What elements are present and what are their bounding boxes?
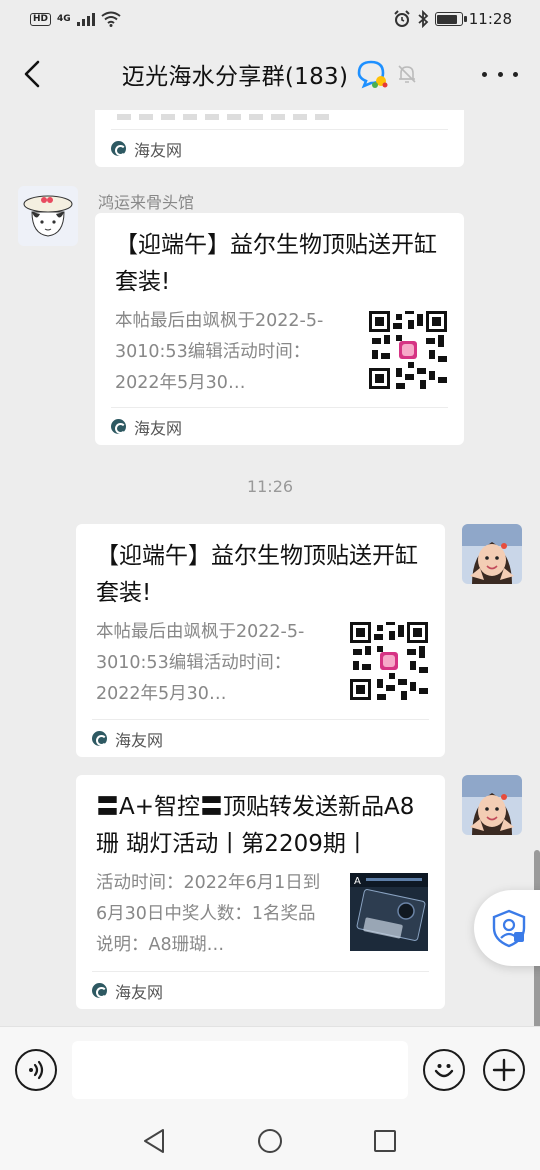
source-logo-icon (111, 141, 126, 156)
self-avatar[interactable] (462, 775, 522, 835)
bluetooth-icon (418, 10, 429, 28)
back-arrow-icon (24, 60, 40, 88)
more-options-button[interactable] (482, 64, 518, 84)
link-card[interactable]: 【迎端午】益尔生物顶贴送开缸套装! 本帖最后由飒枫于2022-5-3010:53… (95, 213, 464, 445)
network-type: 4G (57, 14, 71, 24)
dot-icon (482, 71, 487, 77)
nav-back-button[interactable] (141, 1128, 167, 1154)
hd-badge: HD (30, 12, 52, 26)
coral-light-product-icon: A (350, 873, 428, 951)
message-input[interactable] (72, 1041, 408, 1099)
triangle-back-icon (144, 1129, 164, 1153)
link-card[interactable]: 海友网 (95, 110, 464, 167)
source-logo-icon (111, 419, 126, 434)
nav-recents-button[interactable] (372, 1128, 398, 1154)
card-footer: 海友网 (92, 971, 429, 1009)
source-logo-icon (92, 983, 107, 998)
svg-text:A: A (354, 876, 361, 887)
qr-code-icon (350, 622, 428, 700)
card-description: 活动时间：2022年6月1日到6月30日中奖人数：1名奖品说明：A8珊瑚… (96, 873, 321, 955)
self-avatar[interactable] (462, 524, 522, 584)
group-chat-badge-icon (357, 60, 388, 89)
card-source: 海友网 (115, 982, 164, 1002)
battery-icon (434, 12, 467, 26)
smiley-icon (434, 1064, 454, 1078)
status-time: 11:28 (468, 10, 512, 28)
sender-avatar[interactable] (18, 186, 78, 246)
product-thumbnail: A (350, 873, 428, 951)
floating-security-button[interactable] (474, 890, 540, 966)
alarm-icon (394, 10, 410, 27)
source-logo-icon (92, 731, 107, 746)
qr-code-thumbnail (350, 622, 428, 700)
dot-icon (513, 71, 518, 77)
chat-header: 迈光海水分享群(183) (0, 38, 540, 110)
square-recents-icon (374, 1130, 396, 1152)
back-button[interactable] (14, 56, 50, 92)
status-right: 11:28 (393, 10, 512, 28)
plus-icon (492, 1058, 516, 1082)
status-left: HD 4G (30, 11, 121, 27)
card-source: 海友网 (134, 418, 183, 438)
qr-code-icon (369, 311, 447, 389)
emoji-button[interactable] (423, 1049, 465, 1091)
chat-messages[interactable]: 海友网 鸿运来骨头馆 【迎端午】益尔生物顶贴送开缸套装! 本帖最后由飒枫于202… (0, 110, 540, 1026)
card-footer: 海友网 (111, 129, 448, 167)
more-functions-button[interactable] (483, 1049, 525, 1091)
chat-title: 迈光海水分享群(183) (121, 64, 349, 90)
link-card[interactable]: 〓A+智控〓顶贴转发送新品A8珊 瑚灯活动丨第2209期丨 活动时间：2022年… (76, 775, 445, 1009)
card-title: 〓A+智控〓顶贴转发送新品A8珊 瑚灯活动丨第2209期丨 (96, 794, 415, 857)
nav-home-button[interactable] (257, 1128, 283, 1154)
card-source: 海友网 (134, 140, 183, 160)
dot-icon (497, 71, 503, 77)
title-wrap: 迈光海水分享群(183) (122, 57, 418, 91)
status-bar: HD 4G 11:28 (0, 0, 540, 38)
voice-input-button[interactable] (15, 1049, 57, 1091)
battery-level (437, 14, 457, 24)
avatar-child-photo-icon (462, 775, 522, 835)
card-title: 【迎端午】益尔生物顶贴送开缸套装! (115, 232, 437, 295)
circle-home-icon (258, 1129, 282, 1153)
card-title: 【迎端午】益尔生物顶贴送开缸套装! (96, 543, 418, 606)
message-timestamp: 11:26 (246, 477, 294, 496)
signal-icon (76, 13, 95, 26)
sender-name: 鸿运来骨头馆 (98, 193, 195, 212)
wifi-icon (101, 11, 121, 27)
card-description: 本帖最后由飒枫于2022-5-3010:53编辑活动时间：2022年5月30… (115, 311, 324, 393)
system-navigation-bar (0, 1112, 540, 1170)
shield-user-icon (492, 909, 526, 948)
card-footer: 海友网 (111, 407, 448, 445)
card-description: 本帖最后由飒枫于2022-5-3010:53编辑活动时间：2022年5月30… (96, 622, 305, 704)
mute-bell-icon (398, 65, 416, 83)
link-card[interactable]: 【迎端午】益尔生物顶贴送开缸套装! 本帖最后由飒枫于2022-5-3010:53… (76, 524, 445, 757)
avatar-child-photo-icon (462, 524, 522, 584)
qr-code-thumbnail (369, 311, 447, 389)
card-footer: 海友网 (92, 719, 429, 757)
input-bar (0, 1026, 540, 1112)
cropped-text-line (117, 114, 337, 120)
voice-icon (29, 1060, 44, 1080)
card-source: 海友网 (115, 730, 164, 750)
avatar-cartoon-girl-icon (18, 186, 78, 246)
